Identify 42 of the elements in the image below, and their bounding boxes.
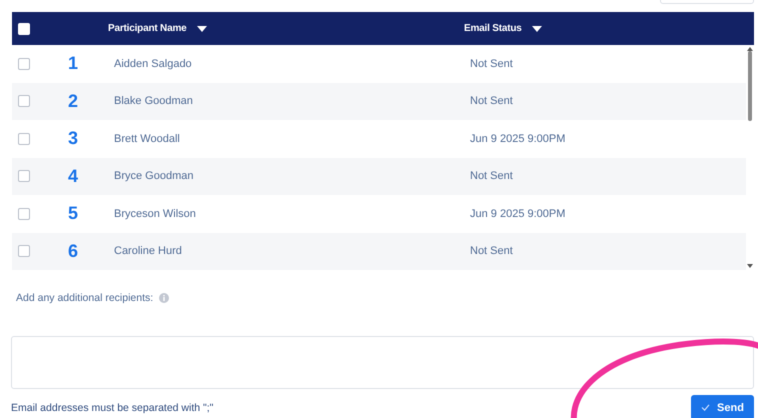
email-status: Jun 9 2025 9:00PM [470, 132, 566, 145]
email-status: Not Sent [470, 170, 513, 182]
table-row[interactable]: 6 Caroline Hurd Not Sent [12, 232, 746, 270]
row-number: 5 [67, 203, 80, 224]
participant-name: Bryceson Wilson [114, 208, 197, 220]
scrollbar-thumb[interactable] [748, 51, 752, 121]
info-icon[interactable] [159, 293, 170, 303]
row-number: 6 [67, 240, 80, 262]
caret-icon [532, 26, 542, 32]
select-all-checkbox[interactable] [18, 22, 30, 34]
email-status: Not Sent [470, 95, 513, 108]
row-number: 3 [67, 128, 80, 150]
separator-hint: Email addresses must be separated with ";" [11, 402, 214, 414]
row-number: 1 [67, 53, 80, 74]
send-button[interactable]: Send [691, 395, 754, 418]
recipients-input-field[interactable] [11, 336, 754, 389]
row-checkbox[interactable] [18, 170, 30, 182]
checkmark-icon [701, 404, 710, 411]
email-status: Jun 9 2025 9:00PM [470, 208, 566, 220]
scroll-down-icon[interactable] [747, 264, 753, 268]
scrollbar[interactable] [746, 45, 754, 270]
participant-name: Brett Woodall [114, 132, 181, 145]
row-number: 2 [67, 90, 80, 112]
row-checkbox[interactable] [18, 132, 30, 145]
participant-name: Blake Goodman [114, 95, 194, 108]
participant-name: Bryce Goodman [114, 170, 194, 182]
column-header[interactable]: Participant Name [108, 23, 464, 34]
row-number: 4 [67, 166, 80, 187]
scroll-up-icon[interactable] [747, 47, 753, 51]
row-checkbox[interactable] [18, 208, 30, 220]
table-row[interactable]: 4 Bryce Goodman Not Sent [12, 158, 746, 195]
participant-name: Aidden Salgado [114, 58, 193, 70]
row-checkbox[interactable] [18, 58, 30, 70]
row-checkbox[interactable] [18, 245, 30, 258]
table-row[interactable]: 2 Blake Goodman Not Sent [12, 82, 746, 120]
email-status: Not Sent [470, 245, 513, 258]
email-status: Not Sent [470, 58, 513, 70]
column-header[interactable]: Email Status [464, 23, 542, 34]
row-checkbox[interactable] [18, 95, 30, 108]
participant-name: Caroline Hurd [114, 245, 183, 258]
recipients-label: Add any additional recipients: [16, 292, 154, 304]
caret-icon [196, 26, 206, 32]
